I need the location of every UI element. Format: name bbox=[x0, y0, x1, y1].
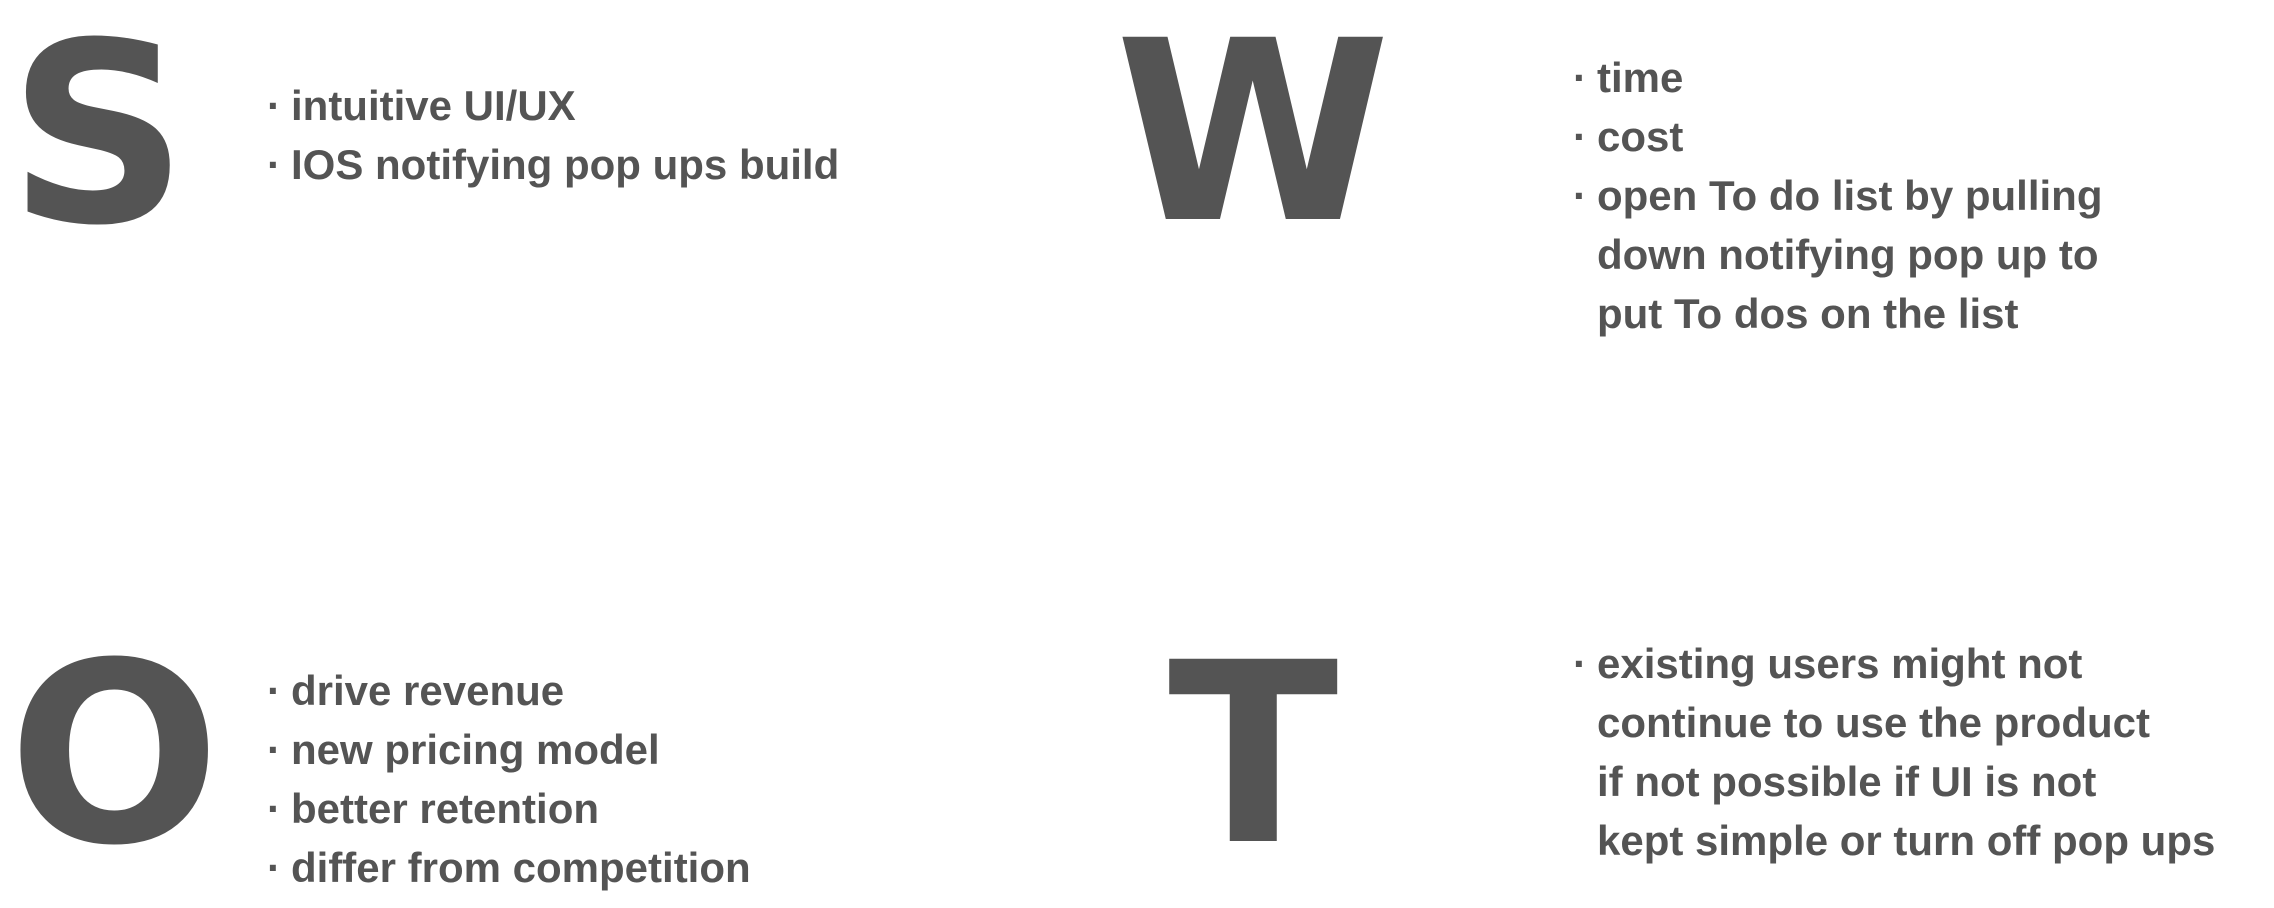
list-item-text: IOS notifying pop ups build bbox=[291, 141, 840, 188]
list-item-continuation: if not possible if UI is not bbox=[1573, 752, 2215, 811]
list-item-text: differ from competition bbox=[291, 844, 751, 891]
list-item: · cost bbox=[1573, 107, 2103, 166]
list-item-text: cost bbox=[1597, 113, 1684, 160]
list-item-text: put To dos on the list bbox=[1597, 290, 2019, 337]
list-item: · time bbox=[1573, 48, 2103, 107]
list-item: · better retention bbox=[267, 779, 751, 838]
list-item-text: continue to use the product bbox=[1597, 699, 2150, 746]
list-item: · differ from competition bbox=[267, 838, 751, 897]
list-item-continuation: kept simple or turn off pop ups bbox=[1573, 811, 2215, 870]
list-item-text: new pricing model bbox=[291, 726, 660, 773]
bullet: · bbox=[1573, 54, 1587, 101]
bullet: · bbox=[1573, 172, 1587, 219]
list-item: · IOS notifying pop ups build bbox=[267, 135, 839, 194]
threats-list: · existing users might not continue to us… bbox=[1573, 634, 2215, 870]
bullet: · bbox=[267, 785, 281, 832]
list-item: · open To do list by pulling bbox=[1573, 166, 2103, 225]
list-item-text: existing users might not bbox=[1597, 640, 2083, 687]
strengths-list: · intuitive UI/UX · IOS notifying pop ups … bbox=[267, 76, 839, 194]
bullet: · bbox=[1573, 113, 1587, 160]
list-item-continuation: put To dos on the list bbox=[1573, 284, 2103, 343]
list-item: · drive revenue bbox=[267, 661, 751, 720]
bullet: · bbox=[1573, 640, 1587, 687]
list-item-text: intuitive UI/UX bbox=[291, 82, 576, 129]
swot-letter-s: S bbox=[8, 0, 189, 280]
list-item-text: kept simple or turn off pop ups bbox=[1597, 817, 2216, 864]
bullet: · bbox=[267, 844, 281, 891]
swot-letter-t: T bbox=[1168, 609, 1339, 900]
list-item-text: time bbox=[1597, 54, 1684, 101]
bullet: · bbox=[267, 141, 281, 188]
opportunities-list: · drive revenue · new pricing model · bette… bbox=[267, 661, 751, 897]
bullet: · bbox=[267, 667, 281, 714]
list-item-continuation: continue to use the product bbox=[1573, 693, 2215, 752]
list-item: · existing users might not bbox=[1573, 634, 2215, 693]
list-item-text: drive revenue bbox=[291, 667, 565, 714]
swot-letter-w: W bbox=[1115, 0, 1391, 278]
bullet: · bbox=[267, 726, 281, 773]
list-item-text: down notifying pop up to bbox=[1597, 231, 2099, 278]
bullet: · bbox=[267, 82, 281, 129]
weaknesses-list: · time · cost · open To do list by pulling … bbox=[1573, 48, 2103, 343]
list-item: · intuitive UI/UX bbox=[267, 76, 839, 135]
list-item-text: if not possible if UI is not bbox=[1597, 758, 2097, 805]
swot-letter-o: O bbox=[8, 609, 221, 900]
list-item-continuation: down notifying pop up to bbox=[1573, 225, 2103, 284]
list-item: · new pricing model bbox=[267, 720, 751, 779]
list-item-text: better retention bbox=[291, 785, 600, 832]
list-item-text: open To do list by pulling bbox=[1597, 172, 2103, 219]
